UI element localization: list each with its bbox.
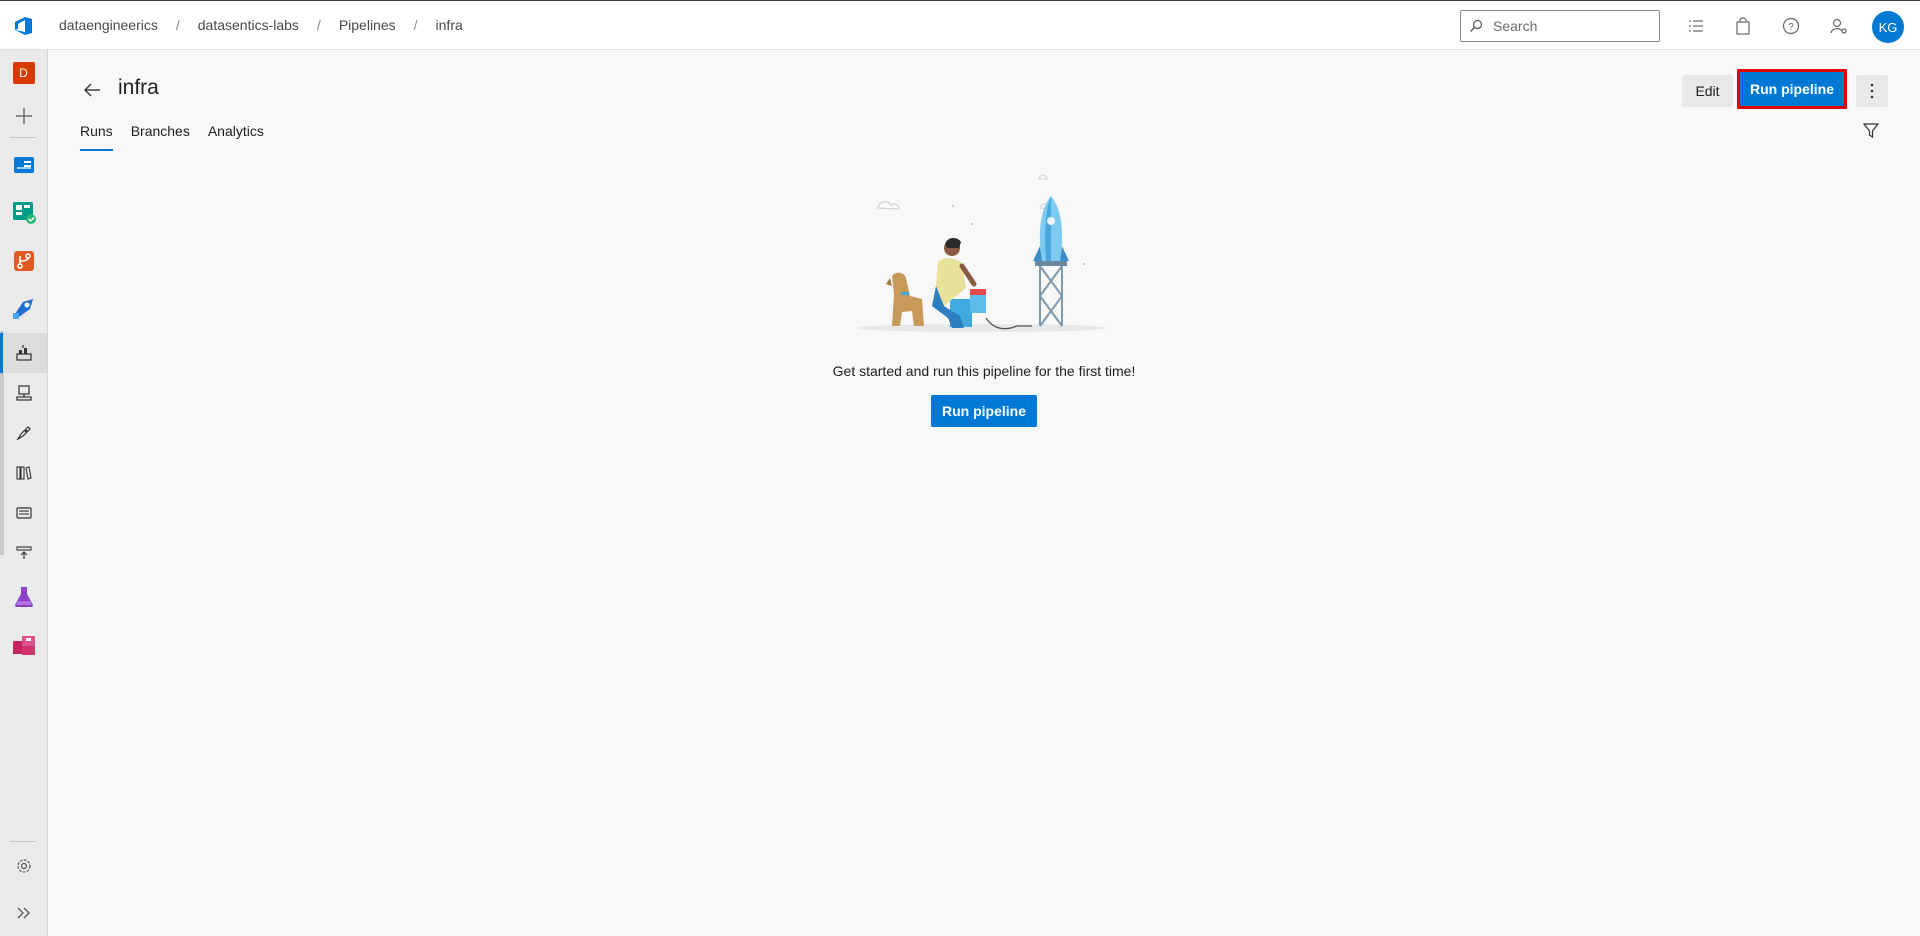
left-navigation-rail: D xyxy=(0,50,48,936)
breadcrumb-separator: / xyxy=(413,17,418,33)
expand-chevron-icon xyxy=(17,907,30,919)
new-project-button[interactable] xyxy=(0,96,47,136)
page-title: infra xyxy=(118,76,159,99)
run-pipeline-button[interactable]: Run pipeline xyxy=(931,395,1037,427)
tab-branches[interactable]: Branches xyxy=(131,123,190,151)
search-icon xyxy=(1470,19,1483,32)
project-badge: D xyxy=(12,62,35,84)
back-arrow-icon[interactable] xyxy=(82,80,102,100)
library-icon xyxy=(15,466,32,480)
breadcrumb-project[interactable]: datasentics-labs xyxy=(198,17,299,33)
search-input[interactable] xyxy=(1493,17,1653,35)
task-list-icon[interactable] xyxy=(1686,16,1706,36)
nav-pipelines[interactable] xyxy=(0,289,47,329)
overview-icon xyxy=(13,157,34,173)
nav-task-groups[interactable] xyxy=(0,493,47,533)
task-groups-icon xyxy=(15,507,32,519)
empty-state-message: Get started and run this pipeline for th… xyxy=(832,363,1136,379)
more-actions-button[interactable] xyxy=(1856,75,1888,107)
project-badge-button[interactable]: D xyxy=(0,53,47,93)
marketplace-bag-icon[interactable] xyxy=(1733,16,1753,36)
tab-runs[interactable]: Runs xyxy=(80,123,113,151)
breadcrumb-separator: / xyxy=(316,17,321,33)
pipeline-tabs: Runs Branches Analytics xyxy=(80,123,282,151)
add-icon xyxy=(15,108,32,124)
repos-icon xyxy=(13,251,34,271)
environments-icon xyxy=(15,385,32,401)
expand-navigation-button[interactable] xyxy=(0,893,47,933)
artifacts-icon xyxy=(12,636,35,655)
nav-test-plans[interactable] xyxy=(0,577,47,617)
pipelines-icon xyxy=(12,299,33,319)
help-icon[interactable]: ? xyxy=(1781,16,1801,36)
rail-divider xyxy=(10,137,36,138)
search-box[interactable] xyxy=(1460,10,1660,42)
breadcrumb-organization[interactable]: dataengineerics xyxy=(59,17,158,33)
project-settings-button[interactable] xyxy=(0,846,47,886)
nav-environments[interactable] xyxy=(0,373,47,413)
top-bar: dataengineerics / datasentics-labs / Pip… xyxy=(0,0,1920,50)
gear-icon xyxy=(16,859,31,873)
releases-icon xyxy=(16,426,31,441)
filter-icon[interactable] xyxy=(1862,122,1880,140)
user-settings-icon[interactable] xyxy=(1829,16,1849,36)
avatar[interactable]: KG xyxy=(1872,11,1904,43)
nav-boards[interactable] xyxy=(0,192,47,232)
boards-icon xyxy=(12,202,36,224)
nav-repos[interactable] xyxy=(0,241,47,281)
breadcrumb: dataengineerics / datasentics-labs / Pip… xyxy=(59,17,463,33)
edit-button[interactable]: Edit xyxy=(1682,75,1733,107)
test-plans-icon xyxy=(14,587,33,607)
rail-divider xyxy=(10,841,36,842)
nav-releases[interactable] xyxy=(0,413,47,453)
deployment-groups-icon xyxy=(15,546,32,559)
tab-analytics[interactable]: Analytics xyxy=(208,123,264,151)
pipelines-sub-icon xyxy=(15,345,32,361)
breadcrumb-separator: / xyxy=(175,17,180,33)
nav-library[interactable] xyxy=(0,453,47,493)
svg-text:?: ? xyxy=(1788,22,1794,33)
more-vertical-icon xyxy=(1870,83,1874,99)
nav-artifacts[interactable] xyxy=(0,625,47,665)
nav-deployment-groups[interactable] xyxy=(0,533,47,573)
nav-overview[interactable] xyxy=(0,145,47,185)
empty-state-illustration xyxy=(857,174,1107,332)
azure-devops-logo-icon[interactable] xyxy=(12,14,36,38)
breadcrumb-pipelines[interactable]: Pipelines xyxy=(339,17,396,33)
run-pipeline-header-button[interactable]: Run pipeline xyxy=(1737,69,1847,109)
breadcrumb-pipeline[interactable]: infra xyxy=(436,17,463,33)
